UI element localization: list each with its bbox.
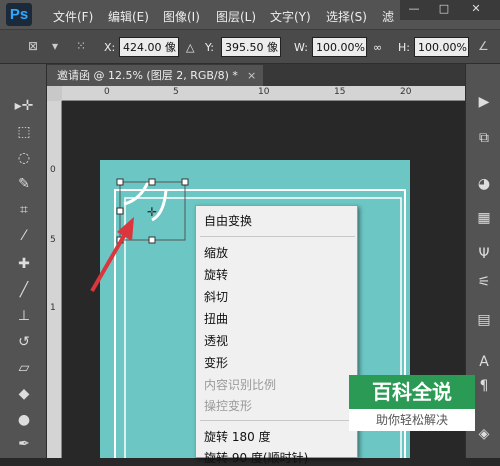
ruler-h-label: 0	[104, 87, 110, 97]
marquee-tool-icon[interactable]: ⬚	[12, 122, 36, 142]
window-controls: — □ ✕	[400, 0, 500, 20]
menu-edit[interactable]: 编辑(E)	[108, 8, 149, 25]
stamp-tool-icon[interactable]: ⊥	[12, 306, 36, 326]
angle-icon[interactable]: ∠	[478, 39, 489, 53]
ps-logo-icon: Ps	[6, 3, 32, 26]
move-tool-icon[interactable]: ▸✛	[12, 96, 36, 116]
play-icon[interactable]: ▶	[474, 92, 494, 112]
close-icon[interactable]: ✕	[468, 2, 484, 16]
ruler-v-label: 5	[50, 235, 56, 245]
minimize-icon[interactable]: —	[406, 2, 422, 16]
menu-item-distort[interactable]: 扭曲	[204, 310, 228, 327]
menu-item-rotate-180[interactable]: 旋转 180 度	[204, 428, 271, 445]
adjust-icon[interactable]: ⚟	[474, 272, 494, 292]
color-palette-icon[interactable]: ◕	[474, 174, 494, 194]
brushes-icon[interactable]: Ψ	[474, 244, 494, 264]
horizontal-ruler: 0 5 10 15 20	[62, 86, 465, 101]
x-input[interactable]: 424.00 像	[119, 37, 179, 57]
crop-tool-icon[interactable]: ⌗	[12, 200, 36, 220]
bucket-tool-icon[interactable]: ◆	[12, 384, 36, 404]
link-icon[interactable]: ∞	[373, 41, 382, 54]
relative-position-icon[interactable]: △	[186, 41, 194, 54]
document-tab[interactable]: 邀请函 @ 12.5% (图层 2, RGB/8) * ×	[47, 65, 263, 86]
w-label: W:	[294, 41, 308, 54]
layers-icon[interactable]: ▤	[474, 310, 494, 330]
menu-divider	[200, 236, 355, 237]
menu-file[interactable]: 文件(F)	[53, 8, 93, 25]
menu-item-puppet-warp: 操控变形	[204, 399, 253, 413]
swatches-icon[interactable]: ▦	[474, 208, 494, 228]
menu-item-scale[interactable]: 缩放	[204, 244, 228, 261]
reference-point-icon[interactable]: ⁙	[76, 39, 86, 53]
vertical-ruler: 0 5 1	[47, 101, 62, 458]
chevron-down-icon[interactable]: ▾	[52, 39, 58, 53]
dodge-tool-icon[interactable]: ●	[12, 410, 36, 430]
history-brush-tool-icon[interactable]: ↺	[12, 332, 36, 352]
menu-image[interactable]: 图像(I)	[163, 8, 200, 25]
menu-divider	[200, 420, 355, 421]
tools-panel: ▸✛ ⬚ ◌ ✎ ⌗ ⁄ ✚ ╱ ⊥ ↺ ▱ ◆ ● ✒	[0, 64, 47, 458]
h-label: H:	[398, 41, 410, 54]
watermark-subtitle: 助你轻松解决	[375, 413, 448, 427]
ruler-h-label: 15	[334, 87, 346, 97]
menu-item-free-transform[interactable]: 自由变换	[204, 212, 252, 229]
menu-item-rotate[interactable]: 旋转	[204, 266, 228, 283]
watermark-title: 百科全说	[349, 375, 475, 409]
ruler-v-label: 1	[50, 303, 56, 313]
paragraph-icon[interactable]: ¶	[474, 376, 494, 396]
ruler-h-label: 5	[173, 87, 179, 97]
ruler-h-label: 20	[400, 87, 412, 97]
healing-tool-icon[interactable]: ✚	[12, 254, 36, 274]
y-input[interactable]: 395.50 像	[221, 37, 281, 57]
w-input[interactable]: 100.00%	[312, 37, 367, 57]
eyedropper-tool-icon[interactable]: ⁄	[12, 226, 36, 246]
tab-close-icon[interactable]: ×	[247, 65, 256, 86]
pen-tool-icon[interactable]: ✒	[12, 434, 36, 454]
menu-layer[interactable]: 图层(L)	[216, 8, 256, 25]
brush-tool-icon[interactable]: ╱	[12, 280, 36, 300]
y-label: Y:	[205, 41, 214, 54]
ruler-corner	[47, 86, 62, 101]
context-menu: 自由变换 缩放 旋转 斜切 扭曲 透视 变形 内容识别比例 操控变形 旋转 18…	[195, 205, 358, 465]
ruler-v-label: 0	[50, 165, 56, 175]
menu-type[interactable]: 文字(Y)	[270, 8, 311, 25]
menu-item-content-aware-scale: 内容识别比例	[204, 378, 277, 392]
menu-item-skew[interactable]: 斜切	[204, 288, 228, 305]
options-bar: ⊠ ▾ ⁙ X: 424.00 像 △ Y: 395.50 像 W: 100.0…	[0, 30, 500, 64]
restore-icon[interactable]: □	[436, 2, 452, 16]
ruler-h-label: 10	[258, 87, 270, 97]
document-tab-title: 邀请函 @ 12.5% (图层 2, RGB/8) *	[57, 69, 238, 82]
menu-select[interactable]: 选择(S)	[326, 8, 367, 25]
menu-item-warp[interactable]: 变形	[204, 354, 228, 371]
h-input[interactable]: 100.00%	[414, 37, 469, 57]
quick-select-tool-icon[interactable]: ✎	[12, 174, 36, 194]
watermark-badge: 百科全说 助你轻松解决	[349, 375, 475, 431]
eraser-tool-icon[interactable]: ▱	[12, 358, 36, 378]
x-label: X:	[104, 41, 116, 54]
document-tab-bar: 邀请函 @ 12.5% (图层 2, RGB/8) * ×	[47, 64, 465, 86]
character-icon[interactable]: A	[474, 352, 494, 372]
layers-panel-icon[interactable]: ◈	[474, 424, 494, 444]
menu-filter[interactable]: 滤	[382, 8, 394, 25]
3d-icon[interactable]: ⧉	[474, 128, 494, 148]
transform-tool-icon: ⊠	[28, 39, 39, 53]
lasso-tool-icon[interactable]: ◌	[12, 148, 36, 168]
menu-bar: Ps 文件(F) 编辑(E) 图像(I) 图层(L) 文字(Y) 选择(S) 滤…	[0, 0, 500, 30]
menu-item-perspective[interactable]: 透视	[204, 332, 228, 349]
